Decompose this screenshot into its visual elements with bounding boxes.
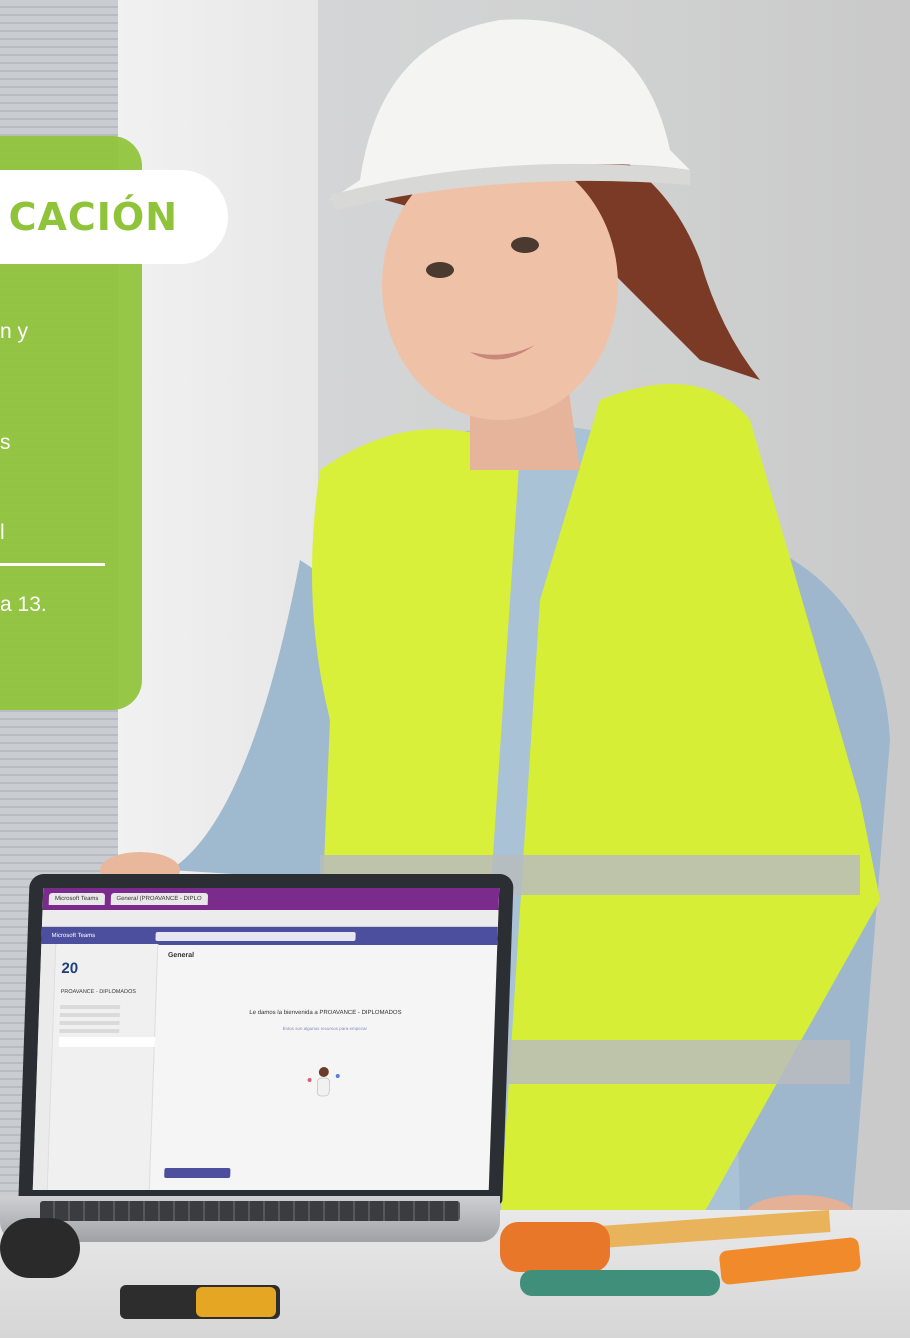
address-bar[interactable] — [41, 910, 499, 927]
browser-tab[interactable]: Microsoft Teams — [48, 893, 105, 905]
team-logo: 20 — [61, 960, 79, 977]
card-text-line-1: n y — [0, 320, 29, 343]
new-conversation-button[interactable] — [164, 1168, 231, 1178]
photo-scene: CACIÓN n y s l a 13. Microsoft Teams Gen… — [0, 0, 910, 1338]
card-text-line-4: a 13. — [0, 593, 47, 616]
channel-pane: 20 PROAVANCE - DIPLOMADOS — [47, 944, 159, 1190]
card-text-line-3: l — [0, 521, 5, 544]
teams-header: Microsoft Teams — [41, 927, 498, 945]
teams-app-name: Microsoft Teams — [51, 933, 96, 939]
browser-tab-active[interactable]: General (PROAVANCE - DIPLO — [110, 893, 208, 905]
laptop: Microsoft Teams General (PROAVANCE - DIP… — [18, 874, 514, 1204]
channel-item-selected[interactable] — [58, 1037, 156, 1047]
title-pill: CACIÓN — [0, 170, 228, 264]
green-tool — [520, 1270, 720, 1296]
channel-item[interactable] — [59, 1013, 120, 1017]
card-text-line-2: s — [0, 431, 11, 454]
laptop-screen: Microsoft Teams General (PROAVANCE - DIP… — [32, 888, 500, 1190]
team-name[interactable]: PROAVANCE - DIPLOMADOS — [61, 989, 150, 995]
teams-body: 20 PROAVANCE - DIPLOMADOS General Le dam… — [32, 944, 498, 1190]
channel-title: General — [167, 952, 195, 959]
welcome-illustration — [307, 1067, 340, 1097]
channel-item[interactable] — [60, 1005, 121, 1009]
channel-item[interactable] — [59, 1021, 120, 1025]
browser-tab-bar: Microsoft Teams General (PROAVANCE - DIP… — [42, 888, 500, 910]
welcome-heading: Le damos la bienvenida a PROAVANCE - DIP… — [249, 1010, 402, 1016]
welcome-subtext: Estos son algunos recursos para empezar — [282, 1026, 368, 1031]
banner-title: CACIÓN — [8, 195, 178, 239]
utility-knife-grip — [196, 1287, 276, 1317]
laptop-keyboard — [40, 1201, 460, 1221]
channel-main: General Le damos la bienvenida a PROAVAN… — [150, 944, 498, 1190]
tape-measure — [500, 1222, 610, 1272]
teams-search-input[interactable] — [155, 931, 356, 941]
channel-item[interactable] — [59, 1029, 120, 1033]
pliers — [0, 1218, 80, 1278]
card-divider — [0, 563, 105, 566]
